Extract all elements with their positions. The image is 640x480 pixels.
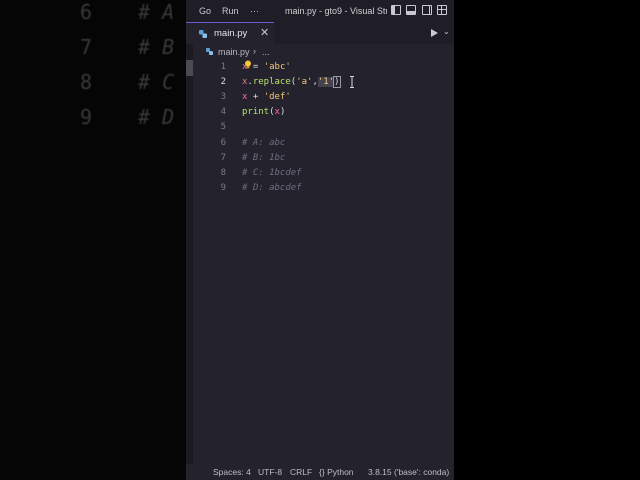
line-number-active: 2 <box>220 77 226 87</box>
status-eol[interactable]: CRLF <box>290 467 312 477</box>
python-file-icon <box>206 48 213 55</box>
breadcrumb: main.py › ... <box>186 44 454 60</box>
python-file-icon <box>199 30 207 38</box>
code-editor[interactable]: 1 2 3 4 5 6 7 8 9 x = 'abc' x.replace('a… <box>186 60 454 460</box>
line-number: 7 <box>220 153 226 163</box>
token-operator: + <box>247 92 264 102</box>
status-encoding[interactable]: UTF-8 <box>258 467 282 477</box>
bg-line: 9 # D <box>80 105 174 129</box>
code-line-7-comment: # B: 1bc <box>242 153 286 163</box>
braces-icon: {} <box>319 467 325 477</box>
bg-line-number: 6 <box>80 0 93 24</box>
status-indentation[interactable]: Spaces: 4 <box>213 467 251 477</box>
token-string: 'a' <box>296 77 313 87</box>
code-line-8-comment: # C: 1bcdef <box>242 168 302 178</box>
close-icon[interactable]: ✕ <box>260 26 269 39</box>
bg-line-number: 7 <box>80 35 93 59</box>
code-line-3: x + 'def' <box>242 92 291 102</box>
bg-line: 6 # A <box>80 0 174 24</box>
status-language-mode[interactable]: {} Python <box>319 467 354 477</box>
line-number: 3 <box>220 92 226 102</box>
code-line-6-comment: # A: abc <box>242 138 286 148</box>
line-number: 8 <box>220 168 226 178</box>
bg-line-text: # B <box>138 35 175 59</box>
status-bar: Spaces: 4 UTF-8 CRLF {} Python 3.8.15 ('… <box>186 464 454 480</box>
bg-line-text: # D <box>138 105 175 129</box>
line-number: 5 <box>220 122 226 132</box>
status-language-label: Python <box>327 467 354 477</box>
code-line-9-comment: # D: abcdef <box>242 183 302 193</box>
toggle-secondary-sidebar-icon[interactable] <box>422 5 432 15</box>
token-function: print <box>242 107 270 117</box>
code-line-4: print(x) <box>242 107 285 117</box>
toggle-panel-icon[interactable] <box>406 5 416 15</box>
window-title: main.py - gto9 - Visual Stu... <box>285 6 387 16</box>
bg-line-number: 8 <box>80 70 93 94</box>
status-interpreter[interactable]: 3.8.15 ('base': conda) <box>368 467 449 477</box>
customize-layout-icon[interactable] <box>437 5 447 15</box>
bg-line: 7 # B <box>80 35 174 59</box>
menu-more[interactable]: ··· <box>250 6 259 16</box>
breadcrumb-separator: › <box>253 46 256 56</box>
lightbulb-icon[interactable] <box>244 60 252 69</box>
token-string: 'abc' <box>263 62 291 72</box>
token-string-selected: '1' <box>317 77 335 87</box>
toggle-sidebar-icon[interactable] <box>391 5 401 15</box>
vscode-window: Go Run ··· main.py - gto9 - Visual Stu..… <box>186 0 454 480</box>
tab-main-py[interactable]: main.py ✕ <box>186 22 274 44</box>
code-line-2: x.replace('a','1') <box>242 76 341 88</box>
menu-go[interactable]: Go <box>199 6 211 16</box>
token-paren: ) <box>279 107 286 117</box>
bg-line-text: # C <box>138 70 175 94</box>
title-bar: Go Run ··· main.py - gto9 - Visual Stu..… <box>186 0 454 22</box>
bg-line: 8 # C <box>80 70 174 94</box>
chevron-down-icon[interactable]: ⌄ <box>443 27 450 36</box>
line-number: 4 <box>220 107 226 117</box>
bg-line-text: # A <box>138 0 175 24</box>
breadcrumb-symbols[interactable]: ... <box>262 47 270 57</box>
menu-run[interactable]: Run <box>222 6 239 16</box>
token-paren-matched: ) <box>333 76 341 88</box>
token-string: 'def' <box>263 92 291 102</box>
line-number: 1 <box>220 62 226 72</box>
breadcrumb-file[interactable]: main.py <box>218 47 250 57</box>
line-number: 9 <box>220 183 226 193</box>
line-number: 6 <box>220 138 226 148</box>
tab-bar: main.py ✕ ⌄ <box>186 22 454 44</box>
bg-line-number: 9 <box>80 105 93 129</box>
background-code-blur: 6 # A 7 # B 8 # C 9 # D <box>0 0 186 480</box>
tab-label: main.py <box>214 28 248 39</box>
run-python-file-icon[interactable] <box>431 29 438 37</box>
text-cursor-icon <box>350 76 354 88</box>
token-function: replace <box>252 77 291 87</box>
